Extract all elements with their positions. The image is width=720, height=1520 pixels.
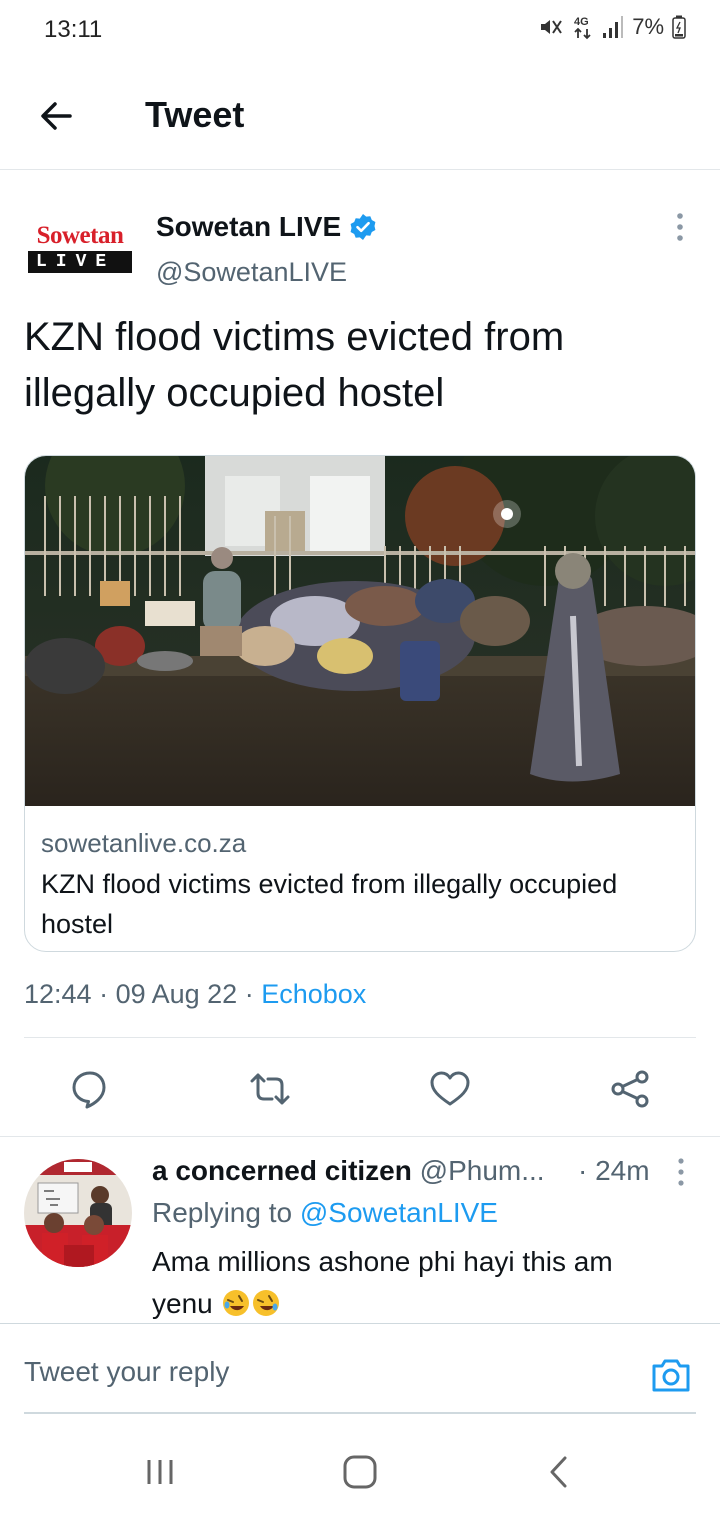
reply-author-name[interactable]: a concerned citizen — [152, 1155, 412, 1186]
author-name[interactable]: Sowetan LIVE — [156, 211, 377, 243]
status-bar: 13:11 4G 7% — [0, 0, 720, 64]
mute-icon — [541, 20, 563, 34]
verified-badge-icon — [350, 214, 376, 240]
reply-icon[interactable] — [68, 1067, 112, 1111]
replying-prefix: Replying to — [152, 1197, 300, 1228]
svg-text:4G: 4G — [574, 16, 589, 28]
system-navigation-bar — [0, 1420, 720, 1520]
sowetan-live-logo: Sowetan LIVE — [24, 223, 136, 273]
author-handle[interactable]: @SowetanLIVE — [156, 257, 347, 288]
more-options-icon[interactable] — [672, 1157, 690, 1187]
logo-live: LIVE — [28, 251, 132, 273]
top-app-bar: Tweet — [0, 64, 720, 170]
reply-tweet[interactable]: a concerned citizen @Phum... · 24m Reply… — [0, 1137, 720, 1323]
arrow-left-icon[interactable] — [34, 94, 78, 138]
home-icon[interactable] — [340, 1452, 380, 1492]
reply-avatar[interactable] — [24, 1159, 132, 1267]
reply-time: · 24m — [578, 1155, 650, 1186]
replying-to: Replying to @SowetanLIVE — [152, 1197, 498, 1229]
logo-word: Sowetan — [36, 222, 124, 249]
network-4g-icon: 4G — [574, 16, 591, 40]
page-title: Tweet — [145, 94, 245, 135]
more-options-icon[interactable] — [668, 211, 692, 243]
reply-author-handle[interactable]: @Phum... — [420, 1155, 545, 1186]
replying-to-mention[interactable]: @SowetanLIVE — [300, 1197, 498, 1228]
tweet-meta: 12:44 · 09 Aug 22 · Echobox — [24, 979, 366, 1010]
tweet-source-link[interactable]: Echobox — [261, 979, 366, 1009]
reply-composer[interactable]: Tweet your reply — [0, 1324, 720, 1414]
author-name-text: Sowetan LIVE — [156, 211, 342, 242]
card-domain: sowetanlive.co.za — [41, 828, 247, 858]
recent-apps-icon[interactable] — [140, 1452, 180, 1492]
tweet-text: KZN flood victims evicted from illegally… — [24, 315, 565, 415]
battery-icon — [672, 15, 686, 39]
status-time: 13:11 — [44, 16, 103, 43]
card-photo — [25, 456, 695, 806]
link-card[interactable]: sowetanlive.co.za KZN flood victims evic… — [24, 455, 696, 952]
heart-icon[interactable] — [428, 1067, 472, 1111]
rolling-laughing-emoji-icon — [222, 1290, 249, 1316]
signal-icon — [603, 16, 624, 38]
divider — [24, 1037, 696, 1038]
reply-input[interactable]: Tweet your reply — [24, 1356, 229, 1388]
meta-separator: · — [91, 979, 116, 1009]
tweet-time: 12:44 — [24, 979, 92, 1009]
tweet-date: 09 Aug 22 — [115, 979, 238, 1009]
tweet-action-bar — [0, 1039, 720, 1137]
battery-percent: 7% — [632, 14, 664, 39]
rolling-laughing-emoji-icon — [252, 1290, 279, 1316]
meta-separator: · — [237, 979, 262, 1009]
retweet-icon[interactable] — [248, 1067, 292, 1111]
status-icons: 4G 7% — [538, 14, 686, 40]
avatar[interactable]: Sowetan LIVE — [24, 195, 136, 307]
camera-icon[interactable] — [650, 1356, 692, 1394]
reply-text: Ama millions ashone phi hayi this am yen… — [152, 1241, 672, 1325]
composer-underline — [24, 1412, 696, 1414]
share-icon[interactable] — [608, 1067, 652, 1111]
back-nav-icon[interactable] — [540, 1452, 580, 1492]
card-title: KZN flood victims evicted from illegally… — [41, 869, 618, 939]
